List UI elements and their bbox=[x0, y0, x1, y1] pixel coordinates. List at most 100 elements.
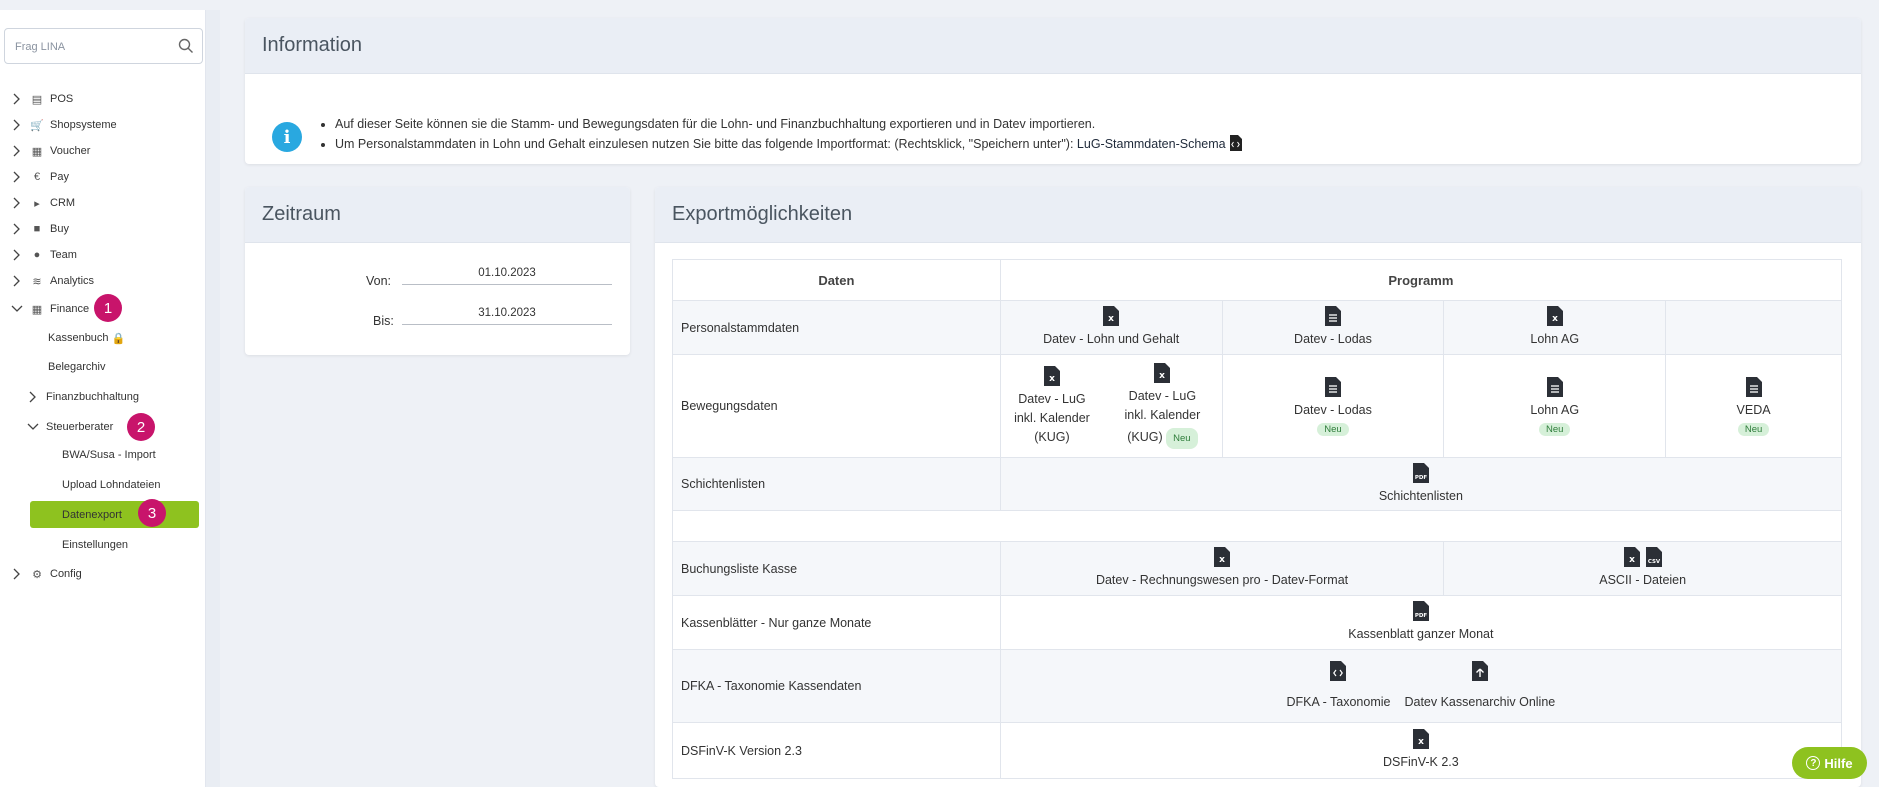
excel-file-icon[interactable]: x bbox=[1623, 547, 1640, 567]
svg-text:x: x bbox=[1219, 555, 1225, 565]
sidebar-item-shopsysteme[interactable]: 🛒 Shopsysteme bbox=[0, 114, 117, 136]
excel-file-icon[interactable]: x bbox=[1546, 306, 1563, 326]
export-cell[interactable]: x Datev - LuG inkl. Kalender (KUG) bbox=[999, 354, 1104, 458]
bis-date-input[interactable]: 31.10.2023 bbox=[402, 307, 612, 325]
export-link-label[interactable]: Datev - LuG bbox=[1129, 387, 1196, 406]
export-link-dsfinv[interactable]: DSFinV-K 2.3 bbox=[1383, 753, 1459, 772]
export-link-veda[interactable]: VEDA bbox=[1737, 401, 1771, 420]
sidebar-item-datenexport[interactable]: Datenexport bbox=[62, 504, 122, 526]
sidebar-item-pos[interactable]: ▤ POS bbox=[0, 88, 73, 110]
sidebar-item-kassenbuch[interactable]: Kassenbuch 🔒 bbox=[48, 327, 132, 349]
export-link-datev-lodas[interactable]: Datev - Lodas bbox=[1294, 330, 1372, 349]
pdf-file-icon[interactable]: PDF bbox=[1412, 601, 1429, 621]
sidebar-item-belegarchiv[interactable]: Belegarchiv bbox=[48, 356, 105, 378]
export-link-datev-lug[interactable]: Datev - Lohn und Gehalt bbox=[1043, 330, 1179, 349]
excel-file-icon[interactable]: x bbox=[1103, 306, 1120, 326]
document-file-icon[interactable] bbox=[1546, 376, 1563, 397]
sidebar-item-buy[interactable]: ■ Buy bbox=[0, 218, 69, 240]
export-cell[interactable]: PDF Kassenblatt ganzer Monat bbox=[999, 595, 1843, 650]
export-link-ascii[interactable]: ASCII - Dateien bbox=[1599, 571, 1686, 590]
gift-icon: ▦ bbox=[31, 145, 43, 158]
pdf-file-icon[interactable]: PDF bbox=[1412, 462, 1429, 483]
export-cell[interactable]: Datev - Lodas bbox=[1221, 300, 1445, 355]
export-link-datev-lodas[interactable]: Datev - Lodas bbox=[1294, 401, 1372, 420]
sidebar-item-einstellungen[interactable]: Einstellungen bbox=[62, 534, 128, 556]
sidebar-item-team[interactable]: ● Team bbox=[0, 244, 77, 266]
export-link-schichtenlisten[interactable]: Schichtenlisten bbox=[1379, 487, 1463, 506]
export-cell[interactable]: VEDA Neu bbox=[1665, 354, 1842, 458]
sidebar-item-label: Belegarchiv bbox=[48, 361, 106, 373]
export-cell[interactable]: x Lohn AG bbox=[1443, 300, 1667, 355]
export-cell[interactable]: x Datev - LuG inkl. Kalender (KUG) Neu bbox=[1103, 354, 1223, 458]
search-icon[interactable] bbox=[178, 38, 194, 54]
export-cell[interactable]: x Datev - Lohn und Gehalt bbox=[999, 300, 1223, 355]
sidebar-item-crm[interactable]: ▸ CRM bbox=[0, 192, 75, 214]
svg-text:x: x bbox=[1418, 737, 1424, 747]
sidebar-item-pay[interactable]: € Pay bbox=[0, 166, 69, 188]
chevron-right-icon bbox=[13, 249, 20, 261]
export-link-lohn-ag[interactable]: Lohn AG bbox=[1530, 401, 1579, 420]
excel-file-icon[interactable]: x bbox=[1214, 547, 1231, 567]
step-badge-2: 2 bbox=[127, 413, 155, 441]
export-group: DFKA - Taxonomie Datev Kassenarchiv Onli… bbox=[1286, 660, 1555, 712]
row-label: Bewegungsdaten bbox=[672, 354, 1001, 458]
export-cell[interactable]: DFKA - Taxonomie Datev Kassenarchiv Onli… bbox=[999, 649, 1843, 723]
export-link-dfka[interactable]: DFKA - Taxonomie bbox=[1286, 693, 1390, 712]
sidebar-item-voucher[interactable]: ▦ Voucher bbox=[0, 140, 90, 162]
empty-cell bbox=[1665, 300, 1842, 355]
neu-badge: Neu bbox=[1737, 422, 1770, 436]
export-cell[interactable]: PDF Schichtenlisten bbox=[999, 457, 1843, 511]
export-link-label[interactable]: Datev - LuG bbox=[1018, 390, 1085, 409]
excel-file-icon[interactable]: x bbox=[1412, 729, 1429, 749]
export-link-label[interactable]: (KUG) bbox=[1034, 428, 1069, 447]
cart-icon: 🛒 bbox=[30, 119, 44, 132]
neu-badge: Neu bbox=[1166, 428, 1198, 449]
document-file-icon[interactable] bbox=[1324, 376, 1341, 397]
export-link-lohn-ag[interactable]: Lohn AG bbox=[1530, 330, 1579, 349]
search-input[interactable]: Frag LINA bbox=[4, 28, 203, 64]
sidebar-item-finanzbuchhaltung[interactable]: Finanzbuchhaltung bbox=[16, 386, 139, 408]
export-link-label[interactable]: inkl. Kalender bbox=[1014, 409, 1090, 428]
export-link-kassenblatt[interactable]: Kassenblatt ganzer Monat bbox=[1348, 625, 1493, 644]
excel-file-icon[interactable]: x bbox=[1154, 363, 1171, 383]
row-label: DSFinV-K Version 2.3 bbox=[672, 722, 1001, 779]
help-label: Hilfe bbox=[1824, 755, 1853, 771]
export-cell[interactable]: x DSFinV-K 2.3 bbox=[999, 722, 1843, 779]
export-cell[interactable]: x Datev - Rechnungswesen pro - Datev-For… bbox=[999, 541, 1445, 596]
document-file-icon[interactable] bbox=[1745, 376, 1762, 397]
table-row: Kassenblätter - Nur ganze Monate PDF Kas… bbox=[672, 595, 1843, 650]
sidebar-item-upload[interactable]: Upload Lohndateien bbox=[62, 474, 160, 496]
spacer-cell bbox=[672, 510, 1842, 542]
export-link-label[interactable]: inkl. Kalender bbox=[1125, 406, 1201, 425]
csv-file-icon[interactable]: CSV bbox=[1645, 547, 1662, 567]
svg-text:x: x bbox=[1629, 555, 1635, 565]
sidebar-item-finance[interactable]: ▦ Finance bbox=[0, 298, 89, 320]
code-file-icon[interactable] bbox=[1229, 135, 1243, 151]
sidebar-scrollbar[interactable] bbox=[206, 10, 220, 787]
chevron-right-icon bbox=[13, 93, 20, 105]
chevron-right-icon bbox=[13, 275, 20, 287]
information-list: Auf dieser Seite können sie die Stamm- u… bbox=[323, 114, 1243, 154]
help-button[interactable]: ? Hilfe bbox=[1792, 747, 1867, 779]
export-link-kug-row[interactable]: (KUG) Neu bbox=[1127, 425, 1198, 449]
sidebar-item-label: Datenexport bbox=[62, 509, 122, 521]
schema-link[interactable]: LuG-Stammdaten-Schema bbox=[1077, 137, 1226, 151]
export-cell[interactable]: Datev - Lodas Neu bbox=[1221, 354, 1445, 458]
export-cell[interactable]: Lohn AG Neu bbox=[1443, 354, 1667, 458]
table-row: DSFinV-K Version 2.3 x DSFinV-K 2.3 bbox=[672, 722, 1843, 779]
chevron-right-icon bbox=[13, 197, 20, 209]
sidebar: Frag LINA ▤ POS 🛒 Shopsysteme ▦ Voucher … bbox=[0, 10, 206, 787]
sidebar-item-bwa[interactable]: BWA/Susa - Import bbox=[62, 444, 156, 466]
export-link-datev-rewe[interactable]: Datev - Rechnungswesen pro - Datev-Forma… bbox=[1096, 571, 1348, 590]
upload-file-icon[interactable] bbox=[1471, 660, 1488, 681]
document-file-icon[interactable] bbox=[1324, 306, 1341, 326]
code-file-icon[interactable] bbox=[1330, 660, 1347, 681]
export-link-kassenarchiv[interactable]: Datev Kassenarchiv Online bbox=[1404, 693, 1555, 712]
sidebar-item-steuerberater[interactable]: Steuerberater bbox=[16, 416, 113, 438]
excel-file-icon[interactable]: x bbox=[1043, 365, 1060, 386]
sidebar-item-config[interactable]: ⚙ Config bbox=[0, 563, 82, 585]
sidebar-item-analytics[interactable]: ≋ Analytics bbox=[0, 270, 94, 292]
chevron-right-icon bbox=[13, 223, 20, 235]
export-cell[interactable]: x CSV ASCII - Dateien bbox=[1443, 541, 1842, 596]
von-date-input[interactable]: 01.10.2023 bbox=[402, 267, 612, 285]
